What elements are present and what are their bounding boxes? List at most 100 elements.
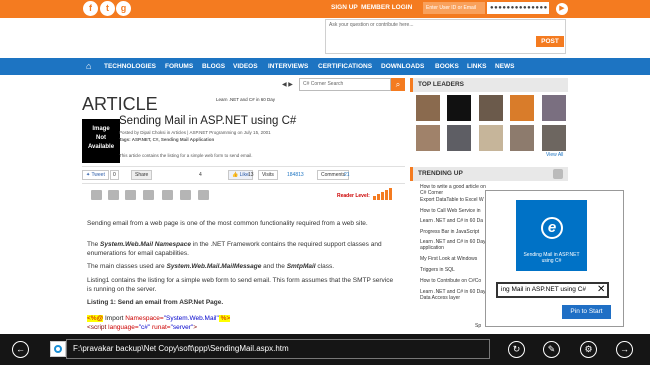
post-button[interactable]: POST xyxy=(536,36,564,47)
trending-item[interactable]: How to Call Web Service in xyxy=(420,208,492,214)
email-icon[interactable] xyxy=(91,190,102,200)
sign-up-link[interactable]: SIGN UP xyxy=(331,4,358,11)
code-token: Import xyxy=(103,315,126,322)
divider xyxy=(82,166,405,167)
ask-question-input[interactable]: Ask your question or contribute here... xyxy=(325,19,566,54)
avatar[interactable] xyxy=(510,95,534,121)
code-token: "System.Web.Mail" xyxy=(163,315,219,322)
divider xyxy=(82,183,405,184)
body-paragraph-1: Sending email from a web page is one of … xyxy=(87,220,368,227)
promo-link[interactable]: Learn .NET and C# in 60 Day xyxy=(216,97,275,102)
level-bar xyxy=(373,196,376,200)
code-token: "server" xyxy=(170,324,194,331)
nav-certifications[interactable]: CERTIFICATIONS xyxy=(318,63,372,70)
reader-level-label: Reader Level: xyxy=(337,193,370,199)
code-token: > xyxy=(193,324,198,331)
share-button[interactable]: Share xyxy=(131,170,153,180)
code-token: "c#" xyxy=(138,324,151,331)
refresh-icon[interactable]: ↻ xyxy=(508,341,525,358)
visits-label: Visits xyxy=(258,170,278,180)
site-search-input[interactable]: C# Corner Search xyxy=(299,78,391,91)
address-bar[interactable]: F:\pravakar backup\Net Copy\soft\ppp\Sen… xyxy=(66,339,490,359)
avatar[interactable] xyxy=(510,125,534,151)
user-id-field[interactable]: Enter User ID or Email xyxy=(423,2,485,14)
nav-downloads[interactable]: DOWNLOADS xyxy=(381,63,424,70)
code-token: <%@ xyxy=(87,315,104,322)
avatar[interactable] xyxy=(479,125,503,151)
search-icon[interactable]: ⌕ xyxy=(391,78,405,91)
article-tags: Tags: ASP.NET, C#, Sending Mail Applicat… xyxy=(119,137,215,142)
code-line-2: <script language="c#" runat="server"> xyxy=(87,324,197,331)
print-icon[interactable] xyxy=(108,190,119,200)
bookmark-icon[interactable] xyxy=(125,190,136,200)
avatar[interactable] xyxy=(416,125,440,151)
tweet-button[interactable]: ✦ Tweet xyxy=(82,170,109,180)
tile-name-input[interactable]: ing Mail in ASP.NET using C# xyxy=(496,282,609,298)
pin-icon[interactable]: ✎ xyxy=(543,341,560,358)
text: The main classes used are xyxy=(87,263,167,270)
text: The xyxy=(87,241,101,248)
login-go-icon[interactable]: ▶ xyxy=(556,3,568,15)
nav-links[interactable]: LINKS xyxy=(467,63,487,70)
listing-title: Listing 1: Send an email from ASP.Net Pa… xyxy=(87,299,224,306)
trending-item[interactable]: My First Look at Windows xyxy=(420,256,492,262)
download-icon[interactable] xyxy=(143,190,154,200)
article-thumbnail: Image Not Available xyxy=(82,119,120,163)
article-title: Sending Mail in ASP.NET using C# xyxy=(119,115,297,127)
facebook-icon[interactable]: f xyxy=(83,1,98,16)
google-plus-icon[interactable]: g xyxy=(116,1,131,16)
nav-books[interactable]: BOOKS xyxy=(435,63,459,70)
nav-forums[interactable]: FORUMS xyxy=(165,63,193,70)
like-icon[interactable] xyxy=(180,190,191,200)
pin-to-start-button[interactable]: Pin to Start xyxy=(562,305,611,319)
trending-item[interactable]: How to write a good article on C# Corner xyxy=(420,184,492,196)
nav-news[interactable]: NEWS xyxy=(495,63,515,70)
code-line-1: <%@ Import Namespace="System.Web.Mail" %… xyxy=(87,315,231,322)
carousel-arrows[interactable]: ◀ ▶ xyxy=(282,81,293,88)
comments-count: 21 xyxy=(344,172,350,178)
main-nav: ⌂ TECHNOLOGIES FORUMS BLOGS VIDEOS INTER… xyxy=(0,58,650,75)
nav-videos[interactable]: VIDEOS xyxy=(233,63,258,70)
rss-icon[interactable] xyxy=(553,169,563,179)
body-paragraph-4: Listing1 contains the listing for a simp… xyxy=(87,277,394,293)
wrench-icon[interactable]: ⚙ xyxy=(580,341,597,358)
trending-truncated: Sp xyxy=(475,323,482,329)
share-icon[interactable] xyxy=(162,190,173,200)
avatar[interactable] xyxy=(542,125,566,151)
site-favicon-icon xyxy=(50,341,66,357)
twitter-icon[interactable]: t xyxy=(100,1,115,16)
clear-input-icon[interactable]: ✕ xyxy=(597,284,605,295)
thumb-text-1: Image xyxy=(92,126,110,132)
top-bar: f t g SIGN UP MEMBER LOGIN Enter User ID… xyxy=(0,0,650,18)
class-text: System.Web.Mail.MailMessage xyxy=(166,263,262,270)
document-icon[interactable] xyxy=(198,190,209,200)
trending-item[interactable]: Learn .NET and C# in 60 Day to Data Acce… xyxy=(420,289,492,301)
trending-item[interactable]: Learn .NET and C# in 60 Da xyxy=(420,218,492,224)
start-tile-preview: e Sending Mail in ASP.NET using C# xyxy=(516,200,587,271)
nav-technologies[interactable]: TECHNOLOGIES xyxy=(104,63,156,70)
forward-icon[interactable]: → xyxy=(616,341,633,358)
trending-item[interactable]: Triggers in SQL xyxy=(420,267,492,273)
back-icon[interactable]: ← xyxy=(12,341,29,358)
password-field[interactable]: ●●●●●●●●●●●●●● xyxy=(487,2,549,14)
trending-item[interactable]: Progress Bar in JavaScript xyxy=(420,229,492,235)
class-text: SmtpMail xyxy=(286,263,316,270)
nav-interviews[interactable]: INTERVIEWS xyxy=(268,63,308,70)
avatar[interactable] xyxy=(479,95,503,121)
trending-item[interactable]: Learn .NET and C# in 60 Day application xyxy=(420,239,492,251)
level-bar xyxy=(385,190,388,200)
code-token: %> xyxy=(218,315,231,322)
like-count: 13 xyxy=(248,172,254,178)
member-login-link[interactable]: MEMBER LOGIN xyxy=(361,4,412,11)
nav-blogs[interactable]: BLOGS xyxy=(202,63,225,70)
view-all-link[interactable]: View All xyxy=(546,152,563,158)
avatar[interactable] xyxy=(542,95,566,121)
level-bar xyxy=(377,194,380,200)
avatar[interactable] xyxy=(416,95,440,121)
code-token: <script xyxy=(87,324,107,331)
trending-item[interactable]: How to Contribute on C#Co xyxy=(420,278,492,284)
avatar[interactable] xyxy=(447,95,471,121)
avatar[interactable] xyxy=(447,125,471,151)
trending-item[interactable]: Export DataTable to Excel W xyxy=(420,197,492,203)
home-icon[interactable]: ⌂ xyxy=(86,61,91,71)
